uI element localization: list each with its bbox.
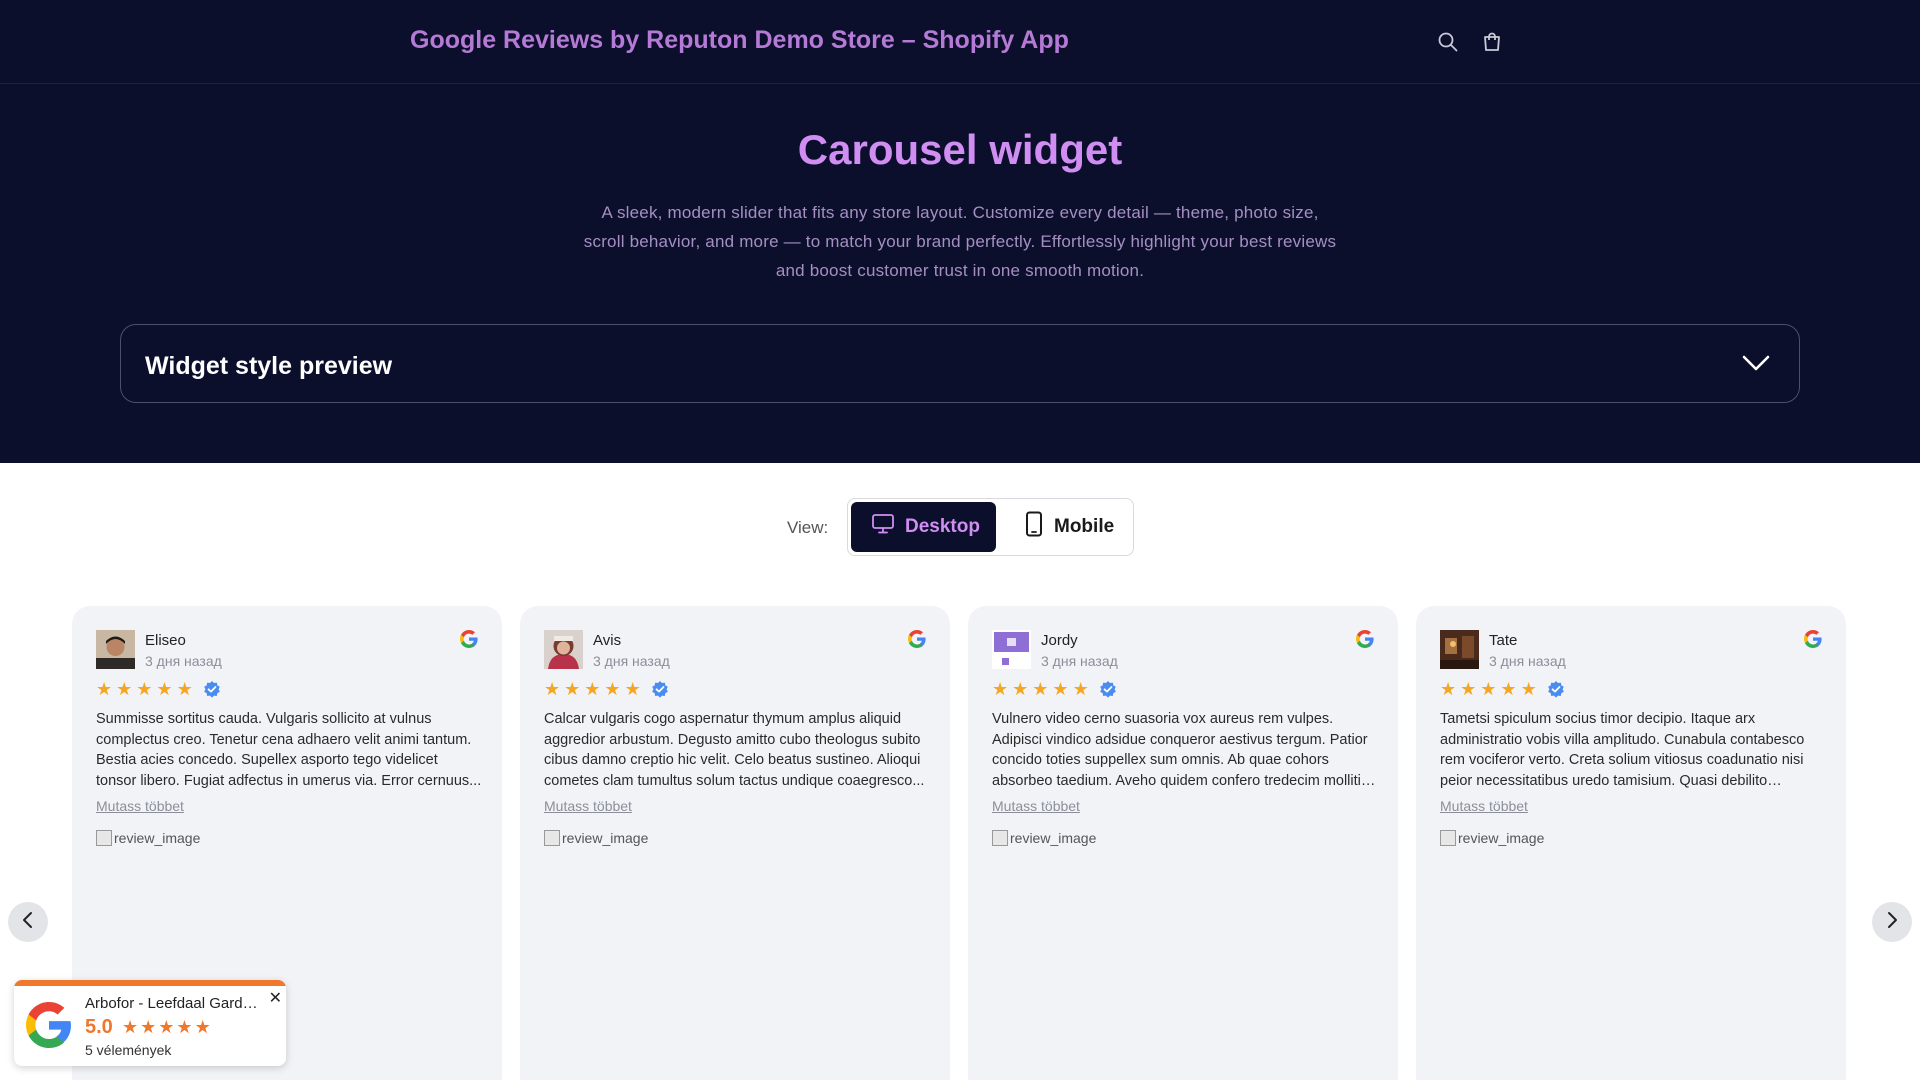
rating-stars: ★ ★ ★ ★ ★ [992,680,1117,698]
star-icon: ★ [604,679,621,699]
verified-badge-icon [651,680,669,698]
accordion-label: Widget style preview [145,352,393,380]
badge-review-count: 5 vélemények [85,1042,172,1058]
page-title: Carousel widget [797,126,1123,173]
review-card: Tate 3 дня назад ★ ★ ★ ★ ★ Tametsi spiculum … [1416,606,1846,1080]
review-date: 3 дня назад [1041,653,1118,669]
show-more-link[interactable]: Mutass többet [544,798,632,814]
star-icon: ★ [992,679,1009,699]
store-title[interactable]: Google Reviews by Reputon Demo Store – S… [410,26,1069,55]
reviewer-name: Avis [593,632,622,649]
site-header: Google Reviews by Reputon Demo Store – S… [0,0,1920,84]
reviewer-name: Eliseo [145,632,186,649]
mobile-icon [1024,511,1044,543]
show-more-link[interactable]: Mutass többet [1440,798,1528,814]
reviewer-name: Jordy [1041,632,1078,649]
broken-image-icon [992,830,1008,846]
cart-icon[interactable] [1478,28,1506,56]
avatar [96,630,135,669]
star-icon: ★ [1520,679,1537,699]
google-logo-icon [26,1002,72,1048]
star-icon: ★ [1032,679,1049,699]
review-image[interactable]: review_image [992,830,1096,846]
mobile-view-button[interactable]: Mobile [1018,502,1128,552]
google-icon [908,630,926,648]
badge-business-name: Arbofor - Leefdaal Garden... [85,995,260,1012]
verified-badge-icon [1547,680,1565,698]
review-card: Jordy 3 дня назад ★ ★ ★ ★ ★ Vulnero video ce… [968,606,1398,1080]
star-icon: ★ [1072,679,1089,699]
chevron-right-icon [1884,910,1900,935]
star-icon: ★ [1052,679,1069,699]
broken-image-icon [96,830,112,846]
star-icon: ★ [584,679,601,699]
star-icon: ★ [1480,679,1497,699]
star-icon: ★ [194,1017,211,1037]
review-image[interactable]: review_image [544,830,648,846]
review-text: Summisse sortitus cauda. Vulgaris sollic… [96,711,482,789]
carousel-prev-button[interactable] [8,902,48,942]
google-icon [1356,630,1374,648]
star-icon: ★ [122,1017,139,1037]
star-icon: ★ [1012,679,1029,699]
google-icon [460,630,478,648]
review-text: Vulnero video cerno suasoria vox aureus … [992,711,1369,789]
avatar [544,630,583,669]
verified-badge-icon [1099,680,1117,698]
hero-section: Carousel widget A sleek, modern slider t… [0,84,1920,463]
star-icon: ★ [176,1017,193,1037]
review-date: 3 дня назад [593,653,670,669]
desktop-view-button[interactable]: Desktop [851,502,996,552]
badge-accent-bar [14,980,286,986]
rating-stars: ★ ★ ★ ★ ★ [544,680,669,698]
show-more-link[interactable]: Mutass többet [96,798,184,814]
star-icon: ★ [544,679,561,699]
badge-stars: ★ ★ ★ ★ ★ [122,1018,211,1036]
chevron-left-icon [20,910,36,935]
widget-style-accordion[interactable]: Widget style preview [120,324,1800,403]
review-card: Avis 3 дня назад ★ ★ ★ ★ ★ Calcar vulgaris c… [520,606,950,1080]
review-date: 3 дня назад [145,653,222,669]
verified-badge-icon [203,680,221,698]
review-date: 3 дня назад [1489,653,1566,669]
reviewer-name: Tate [1489,632,1518,649]
google-icon [1804,630,1822,648]
rating-stars: ★ ★ ★ ★ ★ [96,680,221,698]
desktop-icon [871,513,895,541]
review-image[interactable]: review_image [1440,830,1544,846]
star-icon: ★ [1500,679,1517,699]
google-rating-badge[interactable]: Arbofor - Leefdaal Garden... 5.0 ★ ★ ★ ★ ★ 5… [14,980,286,1066]
star-icon: ★ [156,679,173,699]
star-icon: ★ [116,679,133,699]
view-label: View: [787,518,829,537]
hero-description: A sleek, modern slider that fits any sto… [583,203,1337,280]
close-icon[interactable]: ✕ [269,988,282,1008]
avatar [992,630,1031,669]
show-more-link[interactable]: Mutass többet [992,798,1080,814]
chevron-down-icon [1741,351,1771,380]
search-icon[interactable] [1434,28,1462,56]
carousel-next-button[interactable] [1872,902,1912,942]
desktop-label: Desktop [905,516,980,537]
view-toggle: Desktop Mobile [847,498,1134,556]
review-image[interactable]: review_image [96,830,200,846]
broken-image-icon [1440,830,1456,846]
avatar [1440,630,1479,669]
mobile-label: Mobile [1054,516,1115,537]
star-icon: ★ [140,1017,157,1037]
star-icon: ★ [136,679,153,699]
star-icon: ★ [1440,679,1457,699]
star-icon: ★ [564,679,581,699]
rating-stars: ★ ★ ★ ★ ★ [1440,680,1565,698]
review-text: Calcar vulgaris cogo aspernatur thymum a… [544,711,925,789]
review-text: Tametsi spiculum socius timor decipio. I… [1440,711,1805,789]
broken-image-icon [544,830,560,846]
star-icon: ★ [158,1017,175,1037]
star-icon: ★ [176,679,193,699]
star-icon: ★ [624,679,641,699]
star-icon: ★ [96,679,113,699]
badge-rating-value: 5.0 [85,1016,113,1038]
star-icon: ★ [1460,679,1477,699]
